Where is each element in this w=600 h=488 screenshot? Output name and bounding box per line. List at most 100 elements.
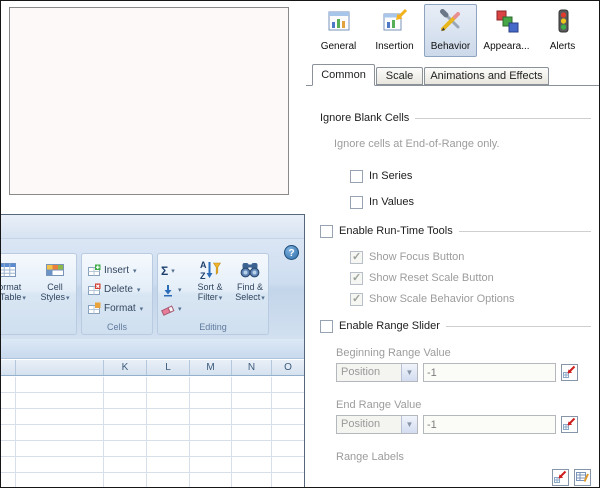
sheet-cell[interactable] bbox=[272, 457, 304, 473]
in-values-checkbox[interactable] bbox=[350, 195, 363, 209]
tab-scale[interactable]: Scale bbox=[376, 67, 423, 85]
sheet-cell[interactable] bbox=[16, 473, 104, 487]
chevron-down-icon[interactable]: ▼ bbox=[401, 364, 417, 381]
sheet-cell[interactable] bbox=[16, 409, 104, 425]
end-range-value-input[interactable] bbox=[423, 415, 556, 434]
sheet-cell[interactable] bbox=[232, 441, 272, 457]
beginning-range-picker-button[interactable] bbox=[561, 364, 578, 381]
sheet-cell[interactable] bbox=[104, 409, 147, 425]
toolbar-insertion-button[interactable]: Insertion bbox=[368, 4, 421, 57]
sheet-cell[interactable] bbox=[147, 377, 190, 393]
sheet-cell[interactable] bbox=[16, 393, 104, 409]
sheet-cell[interactable] bbox=[190, 377, 232, 393]
help-button[interactable]: ? bbox=[284, 245, 299, 260]
sheet-cell[interactable] bbox=[147, 473, 190, 487]
column-header[interactable]: L bbox=[147, 360, 190, 375]
delete-cells-button[interactable]: Delete ▾ bbox=[87, 281, 151, 298]
sheet-cell[interactable] bbox=[147, 457, 190, 473]
find-select-button[interactable]: Find & Select▾ bbox=[232, 257, 268, 321]
sheet-cell[interactable] bbox=[104, 425, 147, 441]
tab-animations-and-effects[interactable]: Animations and Effects bbox=[424, 67, 549, 85]
toolbar-alerts-button[interactable]: Alerts bbox=[536, 4, 589, 57]
sheet-cell[interactable] bbox=[1, 473, 16, 487]
sheet-cell[interactable] bbox=[104, 473, 147, 487]
sheet-cell[interactable] bbox=[16, 457, 104, 473]
button-label-line: Filter bbox=[197, 292, 218, 302]
range-labels-edit-button[interactable] bbox=[574, 469, 591, 486]
sheet-cell[interactable] bbox=[1, 393, 16, 409]
show-scale-behavior-options-checkbox[interactable] bbox=[350, 292, 363, 306]
sheet-cell[interactable] bbox=[1, 457, 16, 473]
sheet-cell[interactable] bbox=[190, 393, 232, 409]
column-header[interactable] bbox=[1, 360, 16, 375]
show-focus-button-checkbox[interactable] bbox=[350, 250, 363, 264]
sheet-cell[interactable] bbox=[104, 377, 147, 393]
beginning-range-value-input[interactable] bbox=[423, 363, 556, 382]
insert-cells-button[interactable]: Insert ▾ bbox=[87, 262, 151, 279]
clear-button[interactable]: ▾ bbox=[161, 300, 187, 317]
sheet-cell[interactable] bbox=[272, 393, 304, 409]
sigma-icon: Σ bbox=[161, 263, 169, 278]
tab-common[interactable]: Common bbox=[312, 64, 375, 86]
sheet-cell[interactable] bbox=[104, 441, 147, 457]
sheet-cell[interactable] bbox=[1, 425, 16, 441]
column-header[interactable]: O bbox=[272, 360, 304, 375]
show-reset-scale-button-checkbox[interactable] bbox=[350, 271, 363, 285]
enable-range-slider-checkbox[interactable] bbox=[320, 319, 333, 333]
end-range-picker-button[interactable] bbox=[561, 416, 578, 433]
sheet-cell[interactable] bbox=[104, 393, 147, 409]
sheet-cell[interactable] bbox=[16, 377, 104, 393]
toolbar-behavior-button[interactable]: Behavior bbox=[424, 4, 477, 57]
sheet-cell[interactable] bbox=[1, 409, 16, 425]
sheet-cell[interactable] bbox=[16, 425, 104, 441]
sheet-cell[interactable] bbox=[232, 473, 272, 487]
checkbox-row-show-focus-button[interactable]: Show Focus Button bbox=[350, 250, 464, 264]
sheet-cell[interactable] bbox=[190, 425, 232, 441]
checkbox-row-show-reset-scale-button[interactable]: Show Reset Scale Button bbox=[350, 271, 494, 285]
format-cells-button[interactable]: Format ▾ bbox=[87, 300, 151, 317]
column-header[interactable]: K bbox=[104, 360, 147, 375]
in-series-checkbox[interactable] bbox=[350, 169, 363, 183]
sheet-cell[interactable] bbox=[147, 409, 190, 425]
sheet-cell[interactable] bbox=[232, 457, 272, 473]
sheet-cell[interactable] bbox=[272, 425, 304, 441]
column-header[interactable]: N bbox=[232, 360, 272, 375]
toolbar-appearance-button[interactable]: Appeara... bbox=[480, 4, 533, 57]
sheet-grid[interactable] bbox=[1, 377, 304, 487]
chevron-down-icon[interactable]: ▼ bbox=[401, 416, 417, 433]
sheet-cell[interactable] bbox=[272, 409, 304, 425]
sheet-cell[interactable] bbox=[147, 441, 190, 457]
sheet-cell[interactable] bbox=[1, 441, 16, 457]
beginning-range-mode-select[interactable]: Position ▼ bbox=[336, 363, 418, 382]
sheet-cell[interactable] bbox=[232, 393, 272, 409]
autosum-button[interactable]: Σ ▾ bbox=[161, 262, 187, 279]
sheet-cell[interactable] bbox=[1, 377, 16, 393]
sheet-cell[interactable] bbox=[232, 409, 272, 425]
sheet-cell[interactable] bbox=[104, 457, 147, 473]
sheet-cell[interactable] bbox=[190, 441, 232, 457]
checkbox-row-show-scale-behavior-options[interactable]: Show Scale Behavior Options bbox=[350, 292, 515, 306]
sheet-cell[interactable] bbox=[147, 393, 190, 409]
end-range-mode-select[interactable]: Position ▼ bbox=[336, 415, 418, 434]
toolbar-general-button[interactable]: General bbox=[312, 4, 365, 57]
cell-styles-button[interactable]: Cell Styles▾ bbox=[34, 257, 76, 321]
sheet-cell[interactable] bbox=[272, 377, 304, 393]
sheet-cell[interactable] bbox=[190, 409, 232, 425]
checkbox-row-in-series[interactable]: In Series bbox=[350, 169, 412, 183]
sheet-cell[interactable] bbox=[190, 457, 232, 473]
range-labels-picker-button[interactable] bbox=[552, 469, 569, 486]
format-as-table-button[interactable]: Formatas Table▾ bbox=[1, 257, 30, 321]
fill-button[interactable]: ▾ bbox=[161, 281, 187, 298]
sheet-cell[interactable] bbox=[272, 473, 304, 487]
sheet-cell[interactable] bbox=[272, 441, 304, 457]
sheet-cell[interactable] bbox=[147, 425, 190, 441]
sheet-cell[interactable] bbox=[190, 473, 232, 487]
sort-filter-button[interactable]: AZ Sort & Filter▾ bbox=[190, 257, 230, 321]
sheet-cell[interactable] bbox=[232, 377, 272, 393]
checkbox-row-in-values[interactable]: In Values bbox=[350, 195, 414, 209]
sheet-cell[interactable] bbox=[232, 425, 272, 441]
sheet-cell[interactable] bbox=[16, 441, 104, 457]
column-header[interactable] bbox=[16, 360, 104, 375]
enable-run-time-tools-checkbox[interactable] bbox=[320, 224, 333, 238]
column-header[interactable]: M bbox=[190, 360, 232, 375]
